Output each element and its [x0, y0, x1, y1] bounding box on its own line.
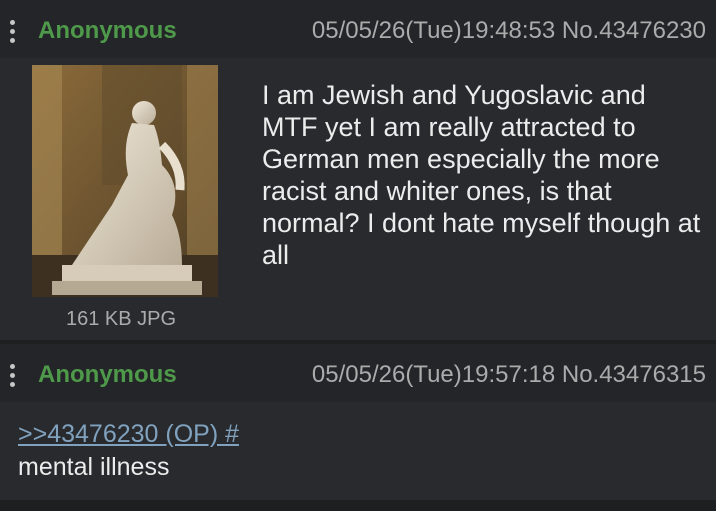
poster-name: Anonymous: [38, 17, 177, 44]
post-datetime: 05/05/26(Tue)19:57:18: [311, 361, 556, 388]
more-options-icon[interactable]: [10, 364, 18, 388]
post-header: Anonymous 05/05/26(Tue)19:48:53 No.43476…: [0, 0, 716, 58]
file-info: 161 KB JPG: [66, 308, 177, 330]
post-body: I am Jewish and Yugoslavic and MTF yet I…: [262, 80, 701, 270]
post-body: mental illness: [18, 453, 170, 481]
statue-image[interactable]: [32, 65, 218, 297]
post-header: Anonymous 05/05/26(Tue)19:57:18 No.43476…: [0, 344, 716, 402]
post-meta: 05/05/26(Tue)19:57:18 No.43476315: [312, 361, 706, 389]
poster-name: Anonymous: [38, 361, 177, 388]
quote-link[interactable]: >>43476230 (OP) #: [18, 420, 239, 449]
post-meta: 05/05/26(Tue)19:48:53 No.43476230: [312, 17, 706, 45]
quote-link-text[interactable]: >>43476230 (OP) #: [18, 420, 239, 448]
post-43476230: Anonymous 05/05/26(Tue)19:48:53 No.43476…: [0, 0, 716, 340]
post-datetime: 05/05/26(Tue)19:48:53: [311, 17, 556, 44]
more-options-icon[interactable]: [10, 20, 18, 44]
post-number[interactable]: No.43476230: [562, 17, 706, 44]
post-number[interactable]: No.43476315: [562, 361, 706, 388]
post-43476315: Anonymous 05/05/26(Tue)19:57:18 No.43476…: [0, 344, 716, 500]
